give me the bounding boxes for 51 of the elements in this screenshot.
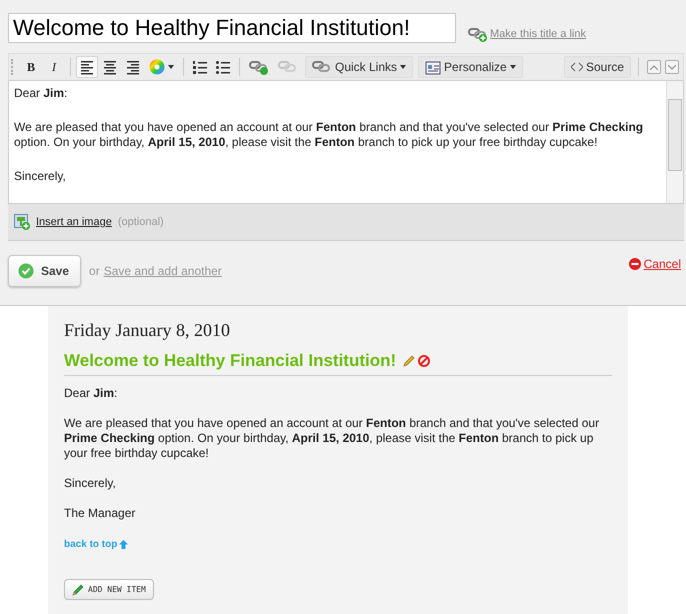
delete-icon — [418, 355, 430, 367]
align-icon — [81, 60, 93, 74]
insert-image-link[interactable]: Insert an image — [36, 216, 112, 228]
bold-button[interactable]: B — [20, 56, 42, 78]
save-button[interactable]: Save — [8, 255, 82, 287]
letter-paragraph: Dear Jim: — [14, 86, 68, 101]
optional-note: (optional) — [118, 216, 164, 228]
toolbar-grip — [11, 59, 15, 75]
post-paragraph: Sincerely, — [64, 476, 117, 491]
italic-button[interactable]: I — [43, 56, 65, 78]
color-wheel-icon — [149, 59, 165, 75]
align-icon — [127, 60, 139, 74]
chevron-icon — [668, 64, 676, 70]
code-icon — [570, 61, 583, 73]
link-icon — [249, 59, 269, 75]
caret-icon — [510, 65, 516, 69]
bullet-list-icon — [216, 60, 230, 74]
quick-links-dropdown[interactable]: Quick Links — [305, 56, 414, 78]
letter-paragraph: We are pleased that you have opened an account at our Fenton branch and that you've selected our Prime Checking option. On your birthday, April 15, 2010, please visit the Fenton branch to pick up your free birthday cupcake! — [14, 120, 644, 150]
link-icon — [312, 59, 332, 75]
post-date: Friday January 8, 2010 — [64, 320, 231, 342]
scrollbar[interactable] — [666, 81, 683, 203]
cancel-link[interactable]: Cancel — [628, 257, 681, 271]
personalize-dropdown[interactable]: Personalize — [418, 56, 523, 78]
post-title: Welcome to Healthy Financial Institution! — [64, 351, 396, 371]
text-editor[interactable] — [8, 81, 684, 204]
image-add-icon — [14, 214, 30, 230]
letter-paragraph: Sincerely, — [14, 169, 67, 184]
add-new-item-button[interactable]: ADD NEW ITEM — [64, 579, 154, 600]
numbered-list-icon — [193, 60, 207, 74]
or-text: or — [89, 264, 100, 278]
post-paragraph: We are pleased that you have opened an account at our Fenton branch and that you've selected our Prime Checking option. On your birthday, April 15, 2010, please visit the Fenton branch to pick up your free birthday cupcake! — [64, 416, 600, 461]
collapse-button[interactable] — [665, 60, 679, 74]
expand-button[interactable] — [647, 60, 661, 74]
align-icon — [104, 60, 116, 74]
caret-icon — [400, 65, 406, 69]
post-paragraph: Dear Jim: — [64, 386, 118, 401]
pencil-icon — [403, 355, 416, 367]
check-icon — [18, 263, 34, 279]
chevron-icon — [650, 64, 658, 70]
caret-icon — [168, 65, 174, 69]
up-arrow-icon — [119, 540, 128, 549]
pencil-icon — [72, 584, 84, 596]
align-left-button[interactable] — [76, 56, 98, 78]
source-button[interactable]: Source — [564, 56, 631, 78]
minus-circle-icon — [628, 258, 641, 270]
post-paragraph: The Manager — [64, 506, 136, 521]
title-field[interactable]: Welcome to Healthy Financial Institution! — [8, 13, 456, 43]
link-add-icon — [468, 26, 488, 42]
link-icon — [278, 59, 298, 75]
card-icon — [425, 59, 442, 75]
